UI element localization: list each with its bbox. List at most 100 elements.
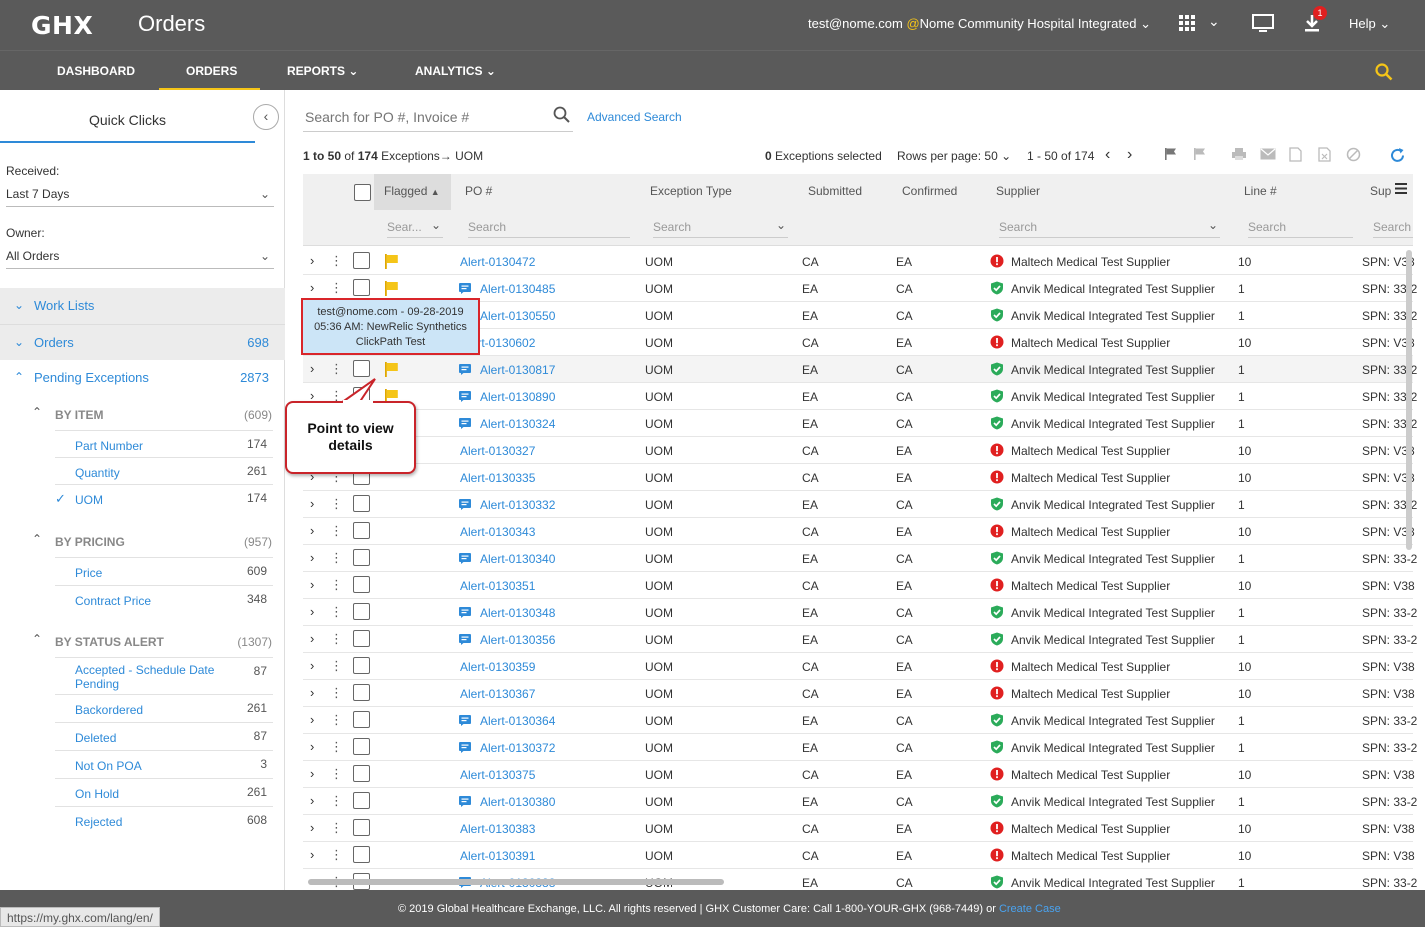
create-case-link[interactable]: Create Case [999, 903, 1061, 915]
note-icon[interactable] [459, 391, 471, 405]
kebab-menu-icon[interactable]: ⋮ [330, 523, 343, 539]
po-link[interactable]: Alert-0130550 [480, 309, 555, 323]
po-link[interactable]: Alert-0130332 [480, 498, 555, 512]
refresh-icon[interactable] [1389, 147, 1406, 167]
po-link[interactable]: Alert-0130359 [460, 660, 535, 674]
tab-orders[interactable]: ORDERS [186, 64, 237, 78]
column-header-supplier[interactable]: Supplier [996, 184, 1040, 198]
sidebar-item-deleted[interactable]: Deleted 87 [55, 722, 273, 750]
expand-row-icon[interactable]: › [310, 820, 314, 835]
flag-icon[interactable] [384, 362, 399, 380]
note-icon[interactable] [459, 634, 471, 648]
sidebar-item-backordered[interactable]: Backordered 261 [55, 694, 273, 722]
po-link[interactable]: Alert-0130472 [460, 255, 535, 269]
note-icon[interactable] [459, 418, 471, 432]
table-row[interactable]: › ⋮ Alert-0130351 UOM CA EA Maltech Medical Te… [303, 572, 1415, 599]
expand-row-icon[interactable]: › [310, 685, 314, 700]
kebab-menu-icon[interactable]: ⋮ [330, 685, 343, 701]
kebab-menu-icon[interactable]: ⋮ [330, 766, 343, 782]
kebab-menu-icon[interactable]: ⋮ [330, 631, 343, 647]
po-link[interactable]: Alert-0130324 [480, 417, 555, 431]
row-checkbox[interactable] [353, 657, 370, 674]
row-checkbox[interactable] [353, 576, 370, 593]
column-header-flagged[interactable]: Flagged ▲ [384, 184, 440, 198]
note-icon[interactable] [459, 553, 471, 567]
note-icon[interactable] [459, 796, 471, 810]
expand-row-icon[interactable]: › [310, 577, 314, 592]
note-icon[interactable] [459, 742, 471, 756]
row-checkbox[interactable] [353, 549, 370, 566]
kebab-menu-icon[interactable]: ⋮ [330, 739, 343, 755]
po-link[interactable]: Alert-0130375 [460, 768, 535, 782]
received-dropdown[interactable]: Last 7 Days ⌄ [6, 187, 274, 207]
kebab-menu-icon[interactable]: ⋮ [330, 361, 343, 377]
expand-row-icon[interactable]: › [310, 631, 314, 646]
email-icon[interactable] [1260, 147, 1276, 163]
row-checkbox[interactable] [353, 252, 370, 269]
row-checkbox[interactable] [353, 603, 370, 620]
search-icon[interactable] [553, 106, 570, 126]
po-link[interactable]: Alert-0130383 [460, 822, 535, 836]
note-icon[interactable] [459, 715, 471, 729]
group-by-item[interactable]: ⌃ BY ITEM (609) [0, 404, 285, 428]
row-checkbox[interactable] [353, 846, 370, 863]
note-icon[interactable] [459, 607, 471, 621]
row-checkbox[interactable] [353, 684, 370, 701]
cancel-icon[interactable] [1346, 147, 1361, 165]
horizontal-scrollbar[interactable] [308, 879, 724, 885]
sidebar-item-pending-exceptions[interactable]: ⌃ Pending Exceptions 2873 [0, 360, 285, 396]
group-by-pricing[interactable]: ⌃ BY PRICING (957) [0, 531, 285, 555]
monitor-icon[interactable] [1252, 14, 1274, 36]
column-header-line[interactable]: Line # [1244, 184, 1277, 198]
expand-row-icon[interactable]: › [310, 523, 314, 538]
flag-icon[interactable] [1164, 147, 1178, 164]
kebab-menu-icon[interactable]: ⋮ [330, 280, 343, 296]
expand-row-icon[interactable]: › [310, 739, 314, 754]
select-all-checkbox[interactable] [354, 184, 371, 201]
po-filter-input[interactable]: Search [468, 220, 630, 238]
expand-row-icon[interactable]: › [310, 361, 314, 376]
row-checkbox[interactable] [353, 522, 370, 539]
po-link[interactable]: Alert-0130380 [480, 795, 555, 809]
kebab-menu-icon[interactable]: ⋮ [330, 658, 343, 674]
table-row[interactable]: › ⋮ Alert-0130335 UOM CA EA Maltech Medical Te… [303, 464, 1415, 491]
table-row[interactable]: › ⋮ Alert-0130372 UOM EA CA Anvik Medical Inte… [303, 734, 1417, 761]
table-row[interactable]: › ⋮ Alert-0130356 UOM EA CA Anvik Medical Inte… [303, 626, 1417, 653]
flag-icon[interactable] [384, 254, 399, 272]
vertical-scrollbar[interactable] [1406, 250, 1412, 550]
table-row[interactable]: › ⋮ Alert-0130332 UOM EA CA Anvik Medical Inte… [303, 491, 1417, 518]
column-header-exception-type[interactable]: Exception Type [650, 184, 732, 198]
expand-row-icon[interactable]: › [310, 847, 314, 862]
sidebar-item-on-hold[interactable]: On Hold 261 [55, 778, 273, 806]
row-checkbox[interactable] [353, 495, 370, 512]
expand-row-icon[interactable]: › [310, 766, 314, 781]
table-row[interactable]: › ⋮ Alert-0130391 UOM CA EA Maltech Medical Te… [303, 842, 1415, 869]
row-checkbox[interactable] [353, 792, 370, 809]
expand-row-icon[interactable]: › [310, 712, 314, 727]
rows-per-page-selector[interactable]: Rows per page: 50 ⌄ [897, 149, 1011, 163]
sidebar-item-price[interactable]: Price 609 [55, 557, 273, 585]
exception-filter[interactable]: Search ⌄ [653, 218, 788, 238]
sidebar-item-not-on-poa[interactable]: Not On POA 3 [55, 750, 273, 778]
sidebar-item-accepted-schedule-date-pending[interactable]: Accepted - Schedule Date Pending 87 [55, 657, 273, 694]
table-row[interactable]: › ⋮ Alert-0130383 UOM CA EA Maltech Medical Te… [303, 815, 1415, 842]
help-menu[interactable]: Help ⌄ [1349, 16, 1390, 32]
row-checkbox[interactable] [353, 279, 370, 296]
po-link[interactable]: Alert-0130335 [460, 471, 535, 485]
po-link[interactable]: Alert-0130391 [460, 849, 535, 863]
flag-icon[interactable] [384, 281, 399, 299]
po-link[interactable]: Alert-0130327 [460, 444, 535, 458]
column-header-sup[interactable]: Sup [1370, 184, 1391, 198]
po-link[interactable]: Alert-0130817 [480, 363, 555, 377]
advanced-search-link[interactable]: Advanced Search [587, 110, 682, 124]
apps-chevron-down-icon[interactable]: ⌄ [1208, 13, 1220, 30]
column-header-po[interactable]: PO # [465, 184, 492, 198]
flagged-filter[interactable]: Sear... ⌄ [387, 218, 443, 238]
kebab-menu-icon[interactable]: ⋮ [330, 793, 343, 809]
tab-reports[interactable]: REPORTS ⌄ [287, 64, 358, 78]
tab-dashboard[interactable]: DASHBOARD [57, 64, 135, 78]
next-page-button[interactable]: › [1127, 146, 1132, 164]
table-row[interactable]: › ⋮ Alert-0130359 UOM CA EA Maltech Medical Te… [303, 653, 1415, 680]
kebab-menu-icon[interactable]: ⋮ [330, 604, 343, 620]
kebab-menu-icon[interactable]: ⋮ [330, 820, 343, 836]
